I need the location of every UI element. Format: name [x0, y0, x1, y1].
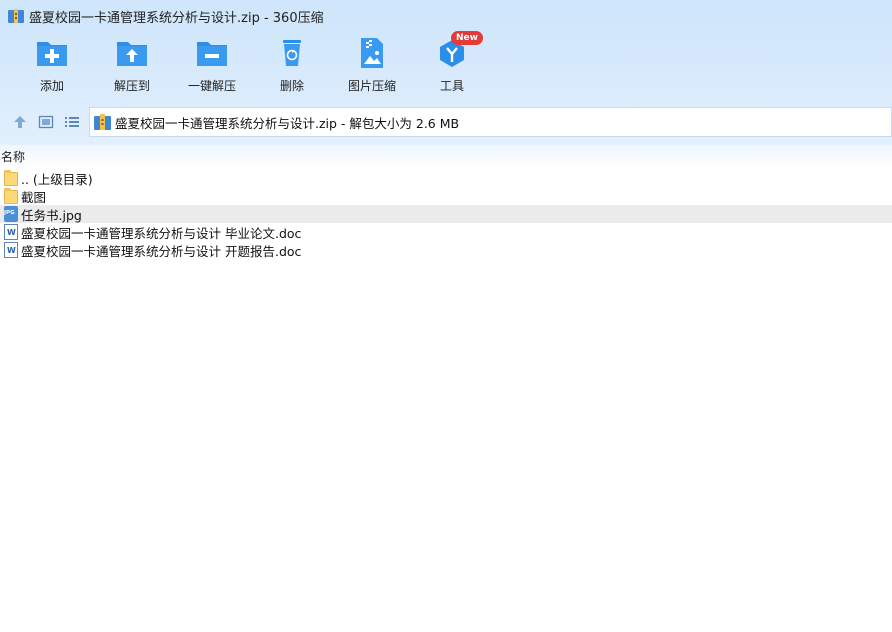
path-text: 盛夏校园一卡通管理系统分析与设计.zip - 解包大小为 2.6 MB: [115, 115, 460, 131]
tools-label: 工具: [439, 79, 464, 93]
list-item[interactable]: 任务书.jpg: [0, 205, 892, 223]
new-badge-label: New: [456, 33, 478, 43]
folder-icon: [4, 188, 18, 204]
add-label: 添加: [39, 79, 64, 93]
toolbar: 添加 解压到 一键解压 删除 图片压缩 New 工具: [0, 31, 892, 98]
thumbnail-view-icon[interactable]: [38, 114, 54, 130]
doc-file-icon: [4, 224, 18, 240]
doc-file-icon: [4, 242, 18, 258]
list-item[interactable]: 盛夏校园一卡通管理系统分析与设计 毕业论文.doc: [0, 223, 892, 241]
file-name: 截图: [21, 189, 47, 205]
one-click-extract-button[interactable]: 一键解压: [176, 36, 248, 94]
window-title: 盛夏校园一卡通管理系统分析与设计.zip - 360压缩: [29, 10, 324, 26]
list-item[interactable]: .. (上级目录): [0, 169, 892, 187]
extract-to-label: 解压到: [113, 79, 150, 93]
path-field[interactable]: 盛夏校园一卡通管理系统分析与设计.zip - 解包大小为 2.6 MB: [89, 107, 892, 137]
tools-icon: New: [435, 31, 483, 70]
title-bar: 盛夏校园一卡通管理系统分析与设计.zip - 360压缩: [0, 0, 892, 32]
delete-button[interactable]: 删除: [256, 36, 328, 94]
list-item[interactable]: 盛夏校园一卡通管理系统分析与设计 开题报告.doc: [0, 241, 892, 259]
extract-to-button[interactable]: 解压到: [96, 36, 168, 94]
extract-to-icon: [115, 36, 149, 70]
add-icon: [35, 36, 69, 70]
up-arrow-icon[interactable]: [12, 114, 28, 130]
delete-label: 删除: [279, 79, 304, 93]
delete-icon: [275, 36, 309, 70]
image-compress-label: 图片压缩: [347, 79, 396, 93]
file-name: 盛夏校园一卡通管理系统分析与设计 毕业论文.doc: [21, 225, 302, 241]
folder-icon: [4, 170, 18, 186]
file-name: 盛夏校园一卡通管理系统分析与设计 开题报告.doc: [21, 243, 302, 259]
jpg-file-icon: [4, 206, 18, 222]
tools-button[interactable]: New 工具: [416, 31, 488, 94]
file-name: 任务书.jpg: [21, 207, 82, 223]
image-compress-icon: [355, 36, 389, 70]
list-view-icon[interactable]: [64, 114, 80, 130]
address-bar: 盛夏校园一卡通管理系统分析与设计.zip - 解包大小为 2.6 MB: [0, 107, 892, 137]
archive-icon: [8, 9, 24, 23]
list-item[interactable]: 截图: [0, 187, 892, 205]
name-column-label: 名称: [1, 150, 26, 164]
archive-icon: [94, 114, 111, 130]
file-list: .. (上级目录) 截图 任务书.jpg 盛夏校园一卡通管理系统分析与设计 毕业…: [0, 169, 892, 259]
image-compress-button[interactable]: 图片压缩: [336, 36, 408, 94]
top-chrome: 盛夏校园一卡通管理系统分析与设计.zip - 360压缩 添加 解压到 一键解压…: [0, 0, 892, 145]
add-button[interactable]: 添加: [16, 36, 88, 94]
file-name: .. (上级目录): [21, 171, 93, 187]
one-click-extract-icon: [195, 36, 229, 70]
column-header[interactable]: 名称: [0, 145, 892, 167]
one-click-extract-label: 一键解压: [187, 79, 236, 93]
